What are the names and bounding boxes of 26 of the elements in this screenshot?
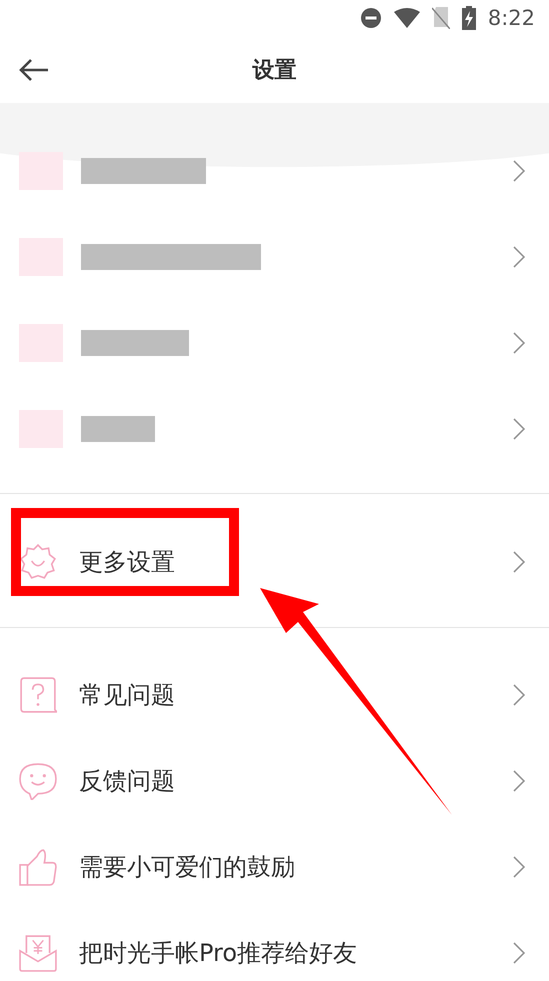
menu-item-label[interactable]: 常见问题	[79, 679, 175, 711]
chevron-right-icon	[513, 160, 525, 182]
battery-charging-icon	[462, 6, 476, 30]
question-bubble-icon	[19, 676, 57, 714]
do-not-disturb-icon	[360, 7, 382, 29]
thumbs-up-icon	[19, 848, 57, 886]
chevron-right-icon	[513, 684, 525, 706]
chevron-right-icon	[513, 332, 525, 354]
chevron-right-icon	[513, 942, 525, 964]
back-arrow-icon[interactable]	[18, 58, 50, 82]
menu-item-label[interactable]: 需要小可爱们的鼓励	[79, 851, 295, 883]
yen-envelope-icon	[19, 934, 57, 972]
gear-icon	[19, 543, 57, 581]
smiley-bubble-icon	[19, 762, 57, 800]
wifi-icon	[394, 8, 420, 28]
menu-item-label[interactable]: 把时光手帐Pro推荐给好友	[79, 937, 358, 969]
status-time: 8:22	[488, 6, 535, 30]
menu-item-label[interactable]: 更多设置	[79, 546, 175, 578]
menu-item-label[interactable]: 反馈问题	[79, 765, 175, 797]
no-sim-icon	[432, 7, 450, 29]
page-title: 设置	[252, 56, 296, 84]
chevron-right-icon	[513, 770, 525, 792]
chevron-right-icon	[513, 856, 525, 878]
chevron-right-icon	[513, 246, 525, 268]
chevron-right-icon	[513, 418, 525, 440]
chevron-right-icon	[513, 551, 525, 573]
